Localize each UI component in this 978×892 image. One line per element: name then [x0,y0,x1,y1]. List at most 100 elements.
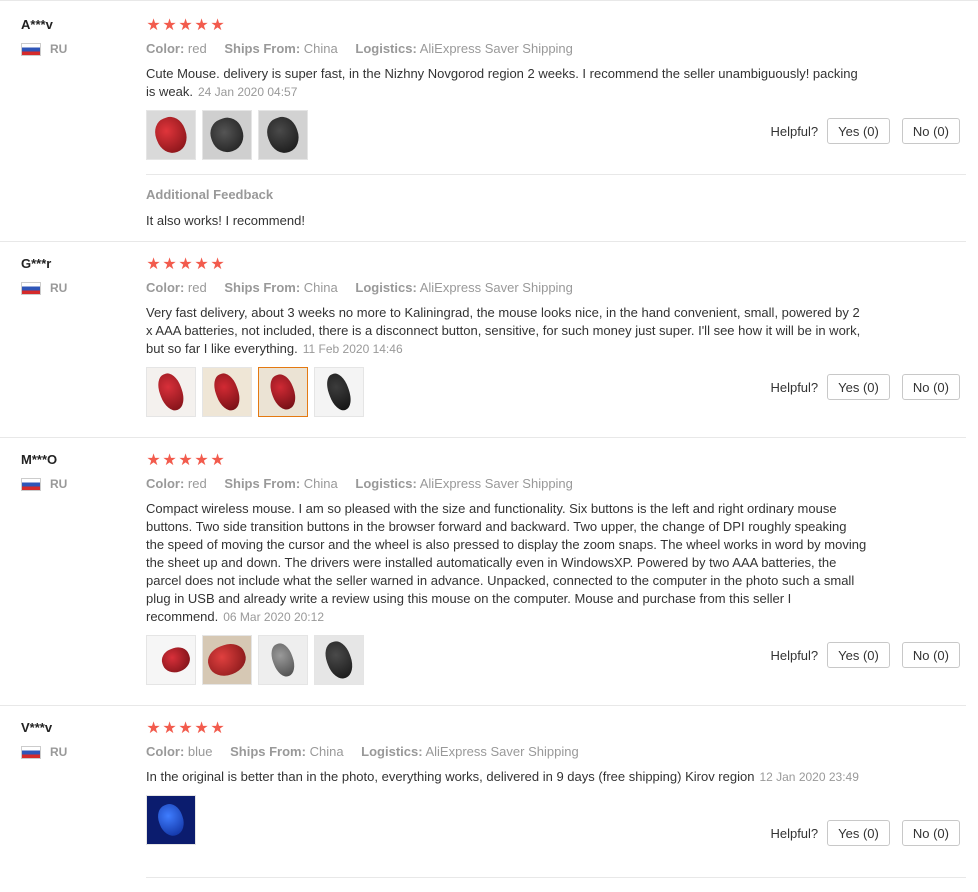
ships-from-label: Ships From: [224,476,301,491]
star-icon: ★ [146,17,161,34]
color-label: Color: [146,280,185,295]
review-photo-thumbnail[interactable] [202,635,252,685]
order-info: Color: red Ships From: China Logistics: … [146,475,966,493]
review-divider [0,437,966,438]
review-body: Very fast delivery, about 3 weeks no mor… [146,305,861,356]
reviewer-name: V***v [21,720,53,735]
ships-from-label: Ships From: [224,41,301,56]
star-rating: ★ ★ ★ ★ ★ [146,256,966,274]
review-photo-thumbnail[interactable] [202,367,252,417]
color-value: red [187,476,207,491]
helpful-no-button[interactable]: No (0) [901,642,960,668]
review-photo-thumbnail[interactable] [146,795,196,845]
country-code: RU [50,42,68,56]
review-text: Compact wireless mouse. I am so pleased … [146,500,868,626]
reviewer-country: RU [21,281,131,295]
helpful-yes-button[interactable]: Yes (0) [827,642,890,668]
logistics-value: AliExpress Saver Shipping [425,744,579,759]
russia-flag-icon [21,281,41,295]
review-date: 06 Mar 2020 20:12 [223,610,324,624]
star-rating: ★ ★ ★ ★ ★ [146,17,966,35]
star-icon: ★ [210,452,225,469]
ships-from-value: China [303,280,338,295]
reviewer-info: V***v RU [21,720,131,759]
order-info: Color: red Ships From: China Logistics: … [146,279,966,297]
review-photo-thumbnail[interactable] [258,635,308,685]
review-date: 24 Jan 2020 04:57 [197,85,298,99]
star-icon: ★ [178,256,193,273]
reviewer-country: RU [21,477,131,491]
reviewer-name: G***r [21,256,52,271]
star-icon: ★ [162,256,177,273]
additional-feedback-text: It also works! I recommend! [146,213,305,228]
star-icon: ★ [210,17,225,34]
star-icon: ★ [178,720,193,737]
star-icon: ★ [210,720,225,737]
additional-feedback-title: Additional Feedback [146,187,274,202]
star-icon: ★ [146,256,161,273]
review-photo-thumbnail[interactable] [146,635,196,685]
helpful-no-button[interactable]: No (0) [901,374,960,400]
color-value: red [187,41,207,56]
color-label: Color: [146,744,185,759]
review-divider [146,877,966,878]
review-photo-thumbnail[interactable] [258,367,308,417]
ships-from-value: China [309,744,344,759]
logistics-value: AliExpress Saver Shipping [419,41,573,56]
country-code: RU [50,477,68,491]
review-photo-thumbnail[interactable] [146,367,196,417]
reviewer-country: RU [21,42,131,56]
order-info: Color: red Ships From: China Logistics: … [146,40,966,58]
review-photo-thumbnail[interactable] [258,110,308,160]
reviewer-name: M***O [21,452,58,467]
top-border [0,0,978,3]
helpful-label: Helpful? [770,825,819,841]
russia-flag-icon [21,477,41,491]
review-photo-thumbnail[interactable] [314,367,364,417]
star-icon: ★ [210,256,225,273]
star-icon: ★ [178,17,193,34]
logistics-label: Logistics: [355,280,417,295]
logistics-label: Logistics: [361,744,423,759]
review-date: 12 Jan 2020 23:49 [759,770,859,784]
review-text: Cute Mouse. delivery is super fast, in t… [146,65,868,101]
reviewer-info: A***v RU [21,17,131,56]
helpful-yes-button[interactable]: Yes (0) [827,820,890,846]
color-label: Color: [146,41,185,56]
logistics-label: Logistics: [355,476,417,491]
star-icon: ★ [194,720,209,737]
helpful-votes: Helpful? Yes (0) No (0) [770,820,960,846]
russia-flag-icon [21,42,41,56]
helpful-no-button[interactable]: No (0) [901,820,960,846]
star-icon: ★ [162,17,177,34]
country-code: RU [50,745,68,759]
order-info: Color: blue Ships From: China Logistics:… [146,743,966,761]
review-photo-thumbnail[interactable] [314,635,364,685]
helpful-yes-button[interactable]: Yes (0) [827,374,890,400]
divider [146,174,966,175]
review-date: 11 Feb 2020 14:46 [302,342,403,356]
ships-from-value: China [303,41,338,56]
helpful-votes: Helpful? Yes (0) No (0) [770,118,960,144]
russia-flag-icon [21,745,41,759]
review-divider [0,241,966,242]
ships-from-label: Ships From: [224,280,301,295]
review-photo-thumbnail[interactable] [146,110,196,160]
helpful-votes: Helpful? Yes (0) No (0) [770,374,960,400]
helpful-no-button[interactable]: No (0) [901,118,960,144]
helpful-votes: Helpful? Yes (0) No (0) [770,642,960,668]
logistics-value: AliExpress Saver Shipping [419,280,573,295]
star-icon: ★ [194,256,209,273]
helpful-yes-button[interactable]: Yes (0) [827,118,890,144]
reviewer-name: A***v [21,17,53,32]
review-photo-thumbnail[interactable] [202,110,252,160]
review-body: In the original is better than in the ph… [146,769,755,784]
review-divider [0,705,966,706]
helpful-label: Helpful? [770,647,819,663]
star-rating: ★ ★ ★ ★ ★ [146,720,966,738]
color-value: blue [187,744,213,759]
star-icon: ★ [162,452,177,469]
reviewer-info: M***O RU [21,452,131,491]
review-text: In the original is better than in the ph… [146,768,868,786]
color-label: Color: [146,476,185,491]
